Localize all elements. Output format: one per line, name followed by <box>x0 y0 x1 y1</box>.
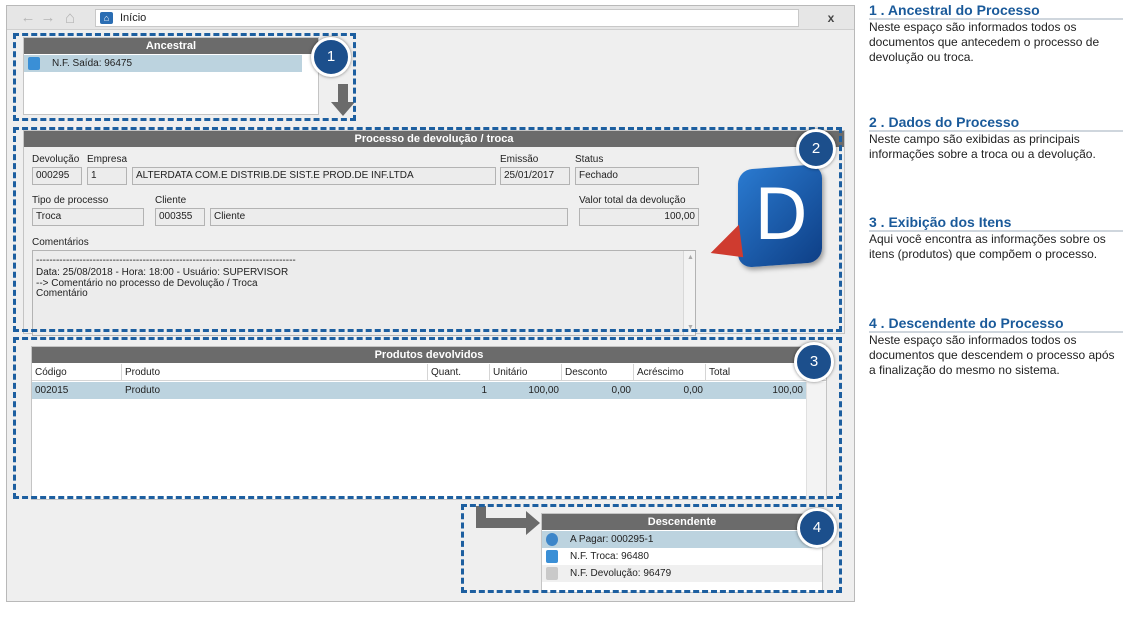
legend-text: Neste espaço são informados todos os doc… <box>869 333 1115 377</box>
step-badge: 2 <box>796 129 836 169</box>
legend-text: Neste campo são exibidas as principais i… <box>869 132 1096 161</box>
home-icon[interactable]: ⌂ <box>61 9 79 26</box>
legend-text: Aqui você encontra as informações sobre … <box>869 232 1106 261</box>
step-badge: 3 <box>794 342 834 382</box>
back-arrow-icon[interactable]: ← <box>19 9 37 26</box>
legend-title: 3 . Exibição dos Itens <box>869 214 1012 230</box>
address-bar[interactable]: ⌂ Início <box>95 9 799 27</box>
legend-title: 2 . Dados do Processo <box>869 114 1020 130</box>
highlight-box-2 <box>13 127 842 332</box>
legend-title: 4 . Descendente do Processo <box>869 315 1064 331</box>
legend-item: 2 . Dados do Processo Neste campo são ex… <box>869 114 1123 162</box>
highlight-box-3 <box>13 337 842 499</box>
step-badge: 4 <box>797 508 837 548</box>
legend-item: 1 . Ancestral do Processo Neste espaço s… <box>869 2 1123 65</box>
highlight-box-1 <box>13 33 356 121</box>
navigation-bar: ← → ⌂ ⌂ Início x <box>7 6 854 30</box>
highlight-box-4 <box>461 504 842 593</box>
legend-item: 4 . Descendente do Processo Neste espaço… <box>869 315 1123 378</box>
forward-arrow-icon[interactable]: → <box>39 9 57 26</box>
close-button[interactable]: x <box>822 9 840 27</box>
legend-item: 3 . Exibição dos Itens Aqui você encontr… <box>869 214 1123 262</box>
legend-title: 1 . Ancestral do Processo <box>869 2 1040 18</box>
step-badge: 1 <box>311 37 351 77</box>
legend-text: Neste espaço são informados todos os doc… <box>869 20 1100 64</box>
home-icon: ⌂ <box>100 12 113 24</box>
address-text: Início <box>120 12 147 24</box>
